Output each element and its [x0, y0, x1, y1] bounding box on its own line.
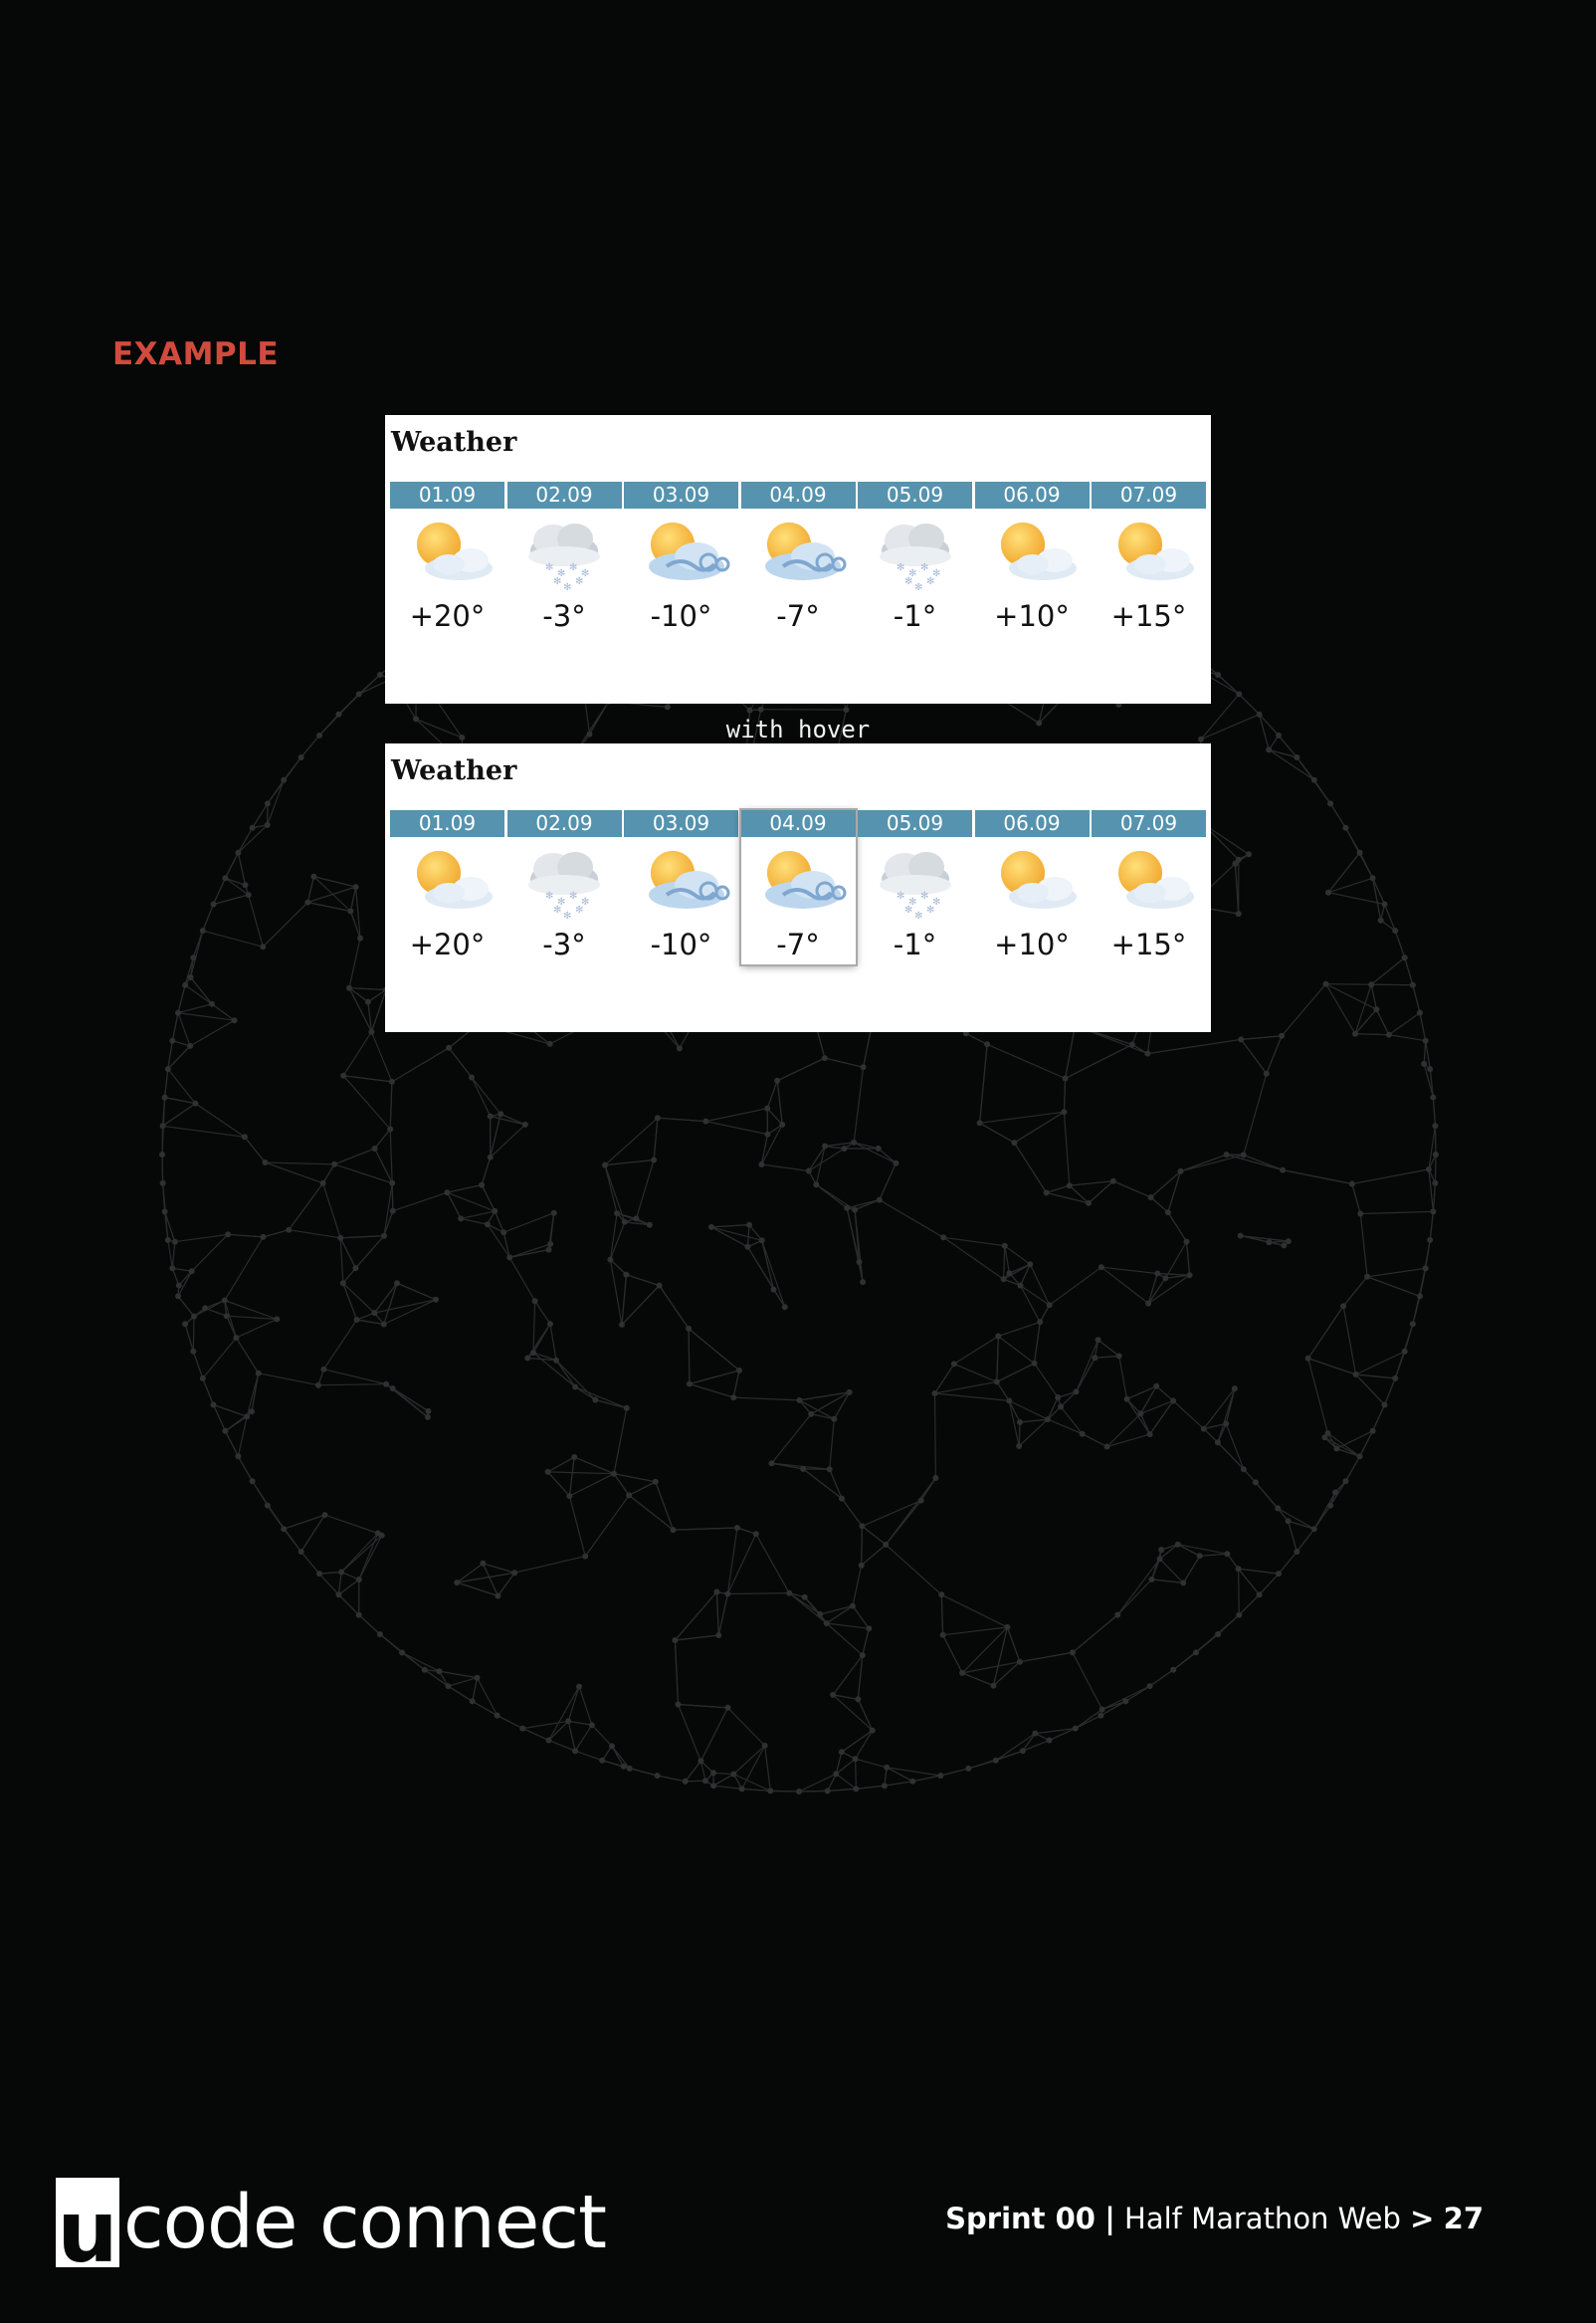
footer-info: Sprint 00 | Half Marathon Web > 27	[945, 2202, 1484, 2235]
snow-cloud-icon: ✻ ✻ ✻ ✻ ✻ ✻ ✻	[858, 841, 972, 921]
day-card[interactable]: 01.09 +20°	[390, 810, 504, 979]
day-temp: +20°	[409, 599, 486, 633]
svg-text:✻: ✻	[563, 582, 571, 592]
svg-text:✻: ✻	[920, 891, 928, 902]
day-temp: -10°	[650, 599, 712, 633]
day-card[interactable]: 02.09 ✻ ✻ ✻ ✻ ✻ ✻ ✻ -3°	[506, 810, 622, 979]
day-temp: +15°	[1110, 928, 1187, 961]
svg-text:✻: ✻	[569, 562, 577, 573]
svg-text:✻: ✻	[920, 562, 928, 573]
sun-cloud-icon	[975, 513, 1090, 592]
day-card[interactable]: 05.09 ✻ ✻ ✻ ✻ ✻ ✻ ✻ -1°	[858, 810, 972, 979]
day-temp: -1°	[893, 928, 937, 961]
svg-text:✻: ✻	[904, 576, 912, 587]
day-card[interactable]: 07.09 +15°	[1092, 810, 1206, 979]
day-date: 06.09	[974, 810, 1090, 837]
day-card[interactable]: 03.09 -10°	[624, 482, 738, 651]
day-date: 01.09	[390, 810, 504, 837]
ucode-connect-logo: u code connect	[56, 2178, 607, 2275]
day-temp: +20°	[409, 928, 486, 961]
snow-cloud-icon: ✻ ✻ ✻ ✻ ✻ ✻ ✻	[507, 841, 622, 921]
sun-cloud-icon	[975, 841, 1090, 921]
forecast-row: 01.09 +20° 02.09 ✻ ✻ ✻ ✻ ✻ ✻ ✻ -3° 03.09 -10° 04.09 -7…	[390, 810, 1206, 979]
day-date: 02.09	[506, 810, 622, 837]
arrow: >	[1410, 2202, 1435, 2235]
sun-cloud-icon	[1092, 841, 1206, 921]
day-temp: -7°	[776, 599, 820, 633]
sun-cloud-icon	[1092, 513, 1206, 592]
day-temp: -3°	[542, 928, 586, 961]
day-card[interactable]: 05.09 ✻ ✻ ✻ ✻ ✻ ✻ ✻ -1°	[858, 482, 972, 651]
sun-wind-cloud-icon	[741, 513, 856, 592]
day-card[interactable]: 04.09 -7°	[740, 810, 856, 964]
day-temp: +15°	[1110, 599, 1187, 633]
day-card[interactable]: 02.09 ✻ ✻ ✻ ✻ ✻ ✻ ✻ -3°	[506, 482, 622, 651]
day-temp: -7°	[776, 928, 820, 961]
logo-mark: u	[56, 2178, 119, 2275]
svg-text:✻: ✻	[563, 911, 571, 921]
hover-caption: with hover	[725, 716, 871, 743]
day-card[interactable]: 07.09 +15°	[1092, 482, 1206, 651]
day-date: 05.09	[858, 482, 972, 509]
panel-title: Weather	[391, 427, 517, 458]
svg-text:✻: ✻	[897, 562, 904, 573]
svg-text:✻: ✻	[926, 576, 934, 587]
day-card[interactable]: 01.09 +20°	[390, 482, 504, 651]
forecast-row: 01.09 +20° 02.09 ✻ ✻ ✻ ✻ ✻ ✻ ✻ -3° 03.09 -10° 04.09 -7…	[390, 482, 1206, 651]
sun-wind-cloud-icon	[624, 841, 738, 921]
day-temp: +10°	[994, 928, 1070, 961]
day-temp: -3°	[542, 599, 586, 633]
separator: |	[1104, 2202, 1115, 2235]
snow-cloud-icon: ✻ ✻ ✻ ✻ ✻ ✻ ✻	[507, 513, 622, 592]
svg-text:✻: ✻	[553, 905, 561, 916]
svg-text:✻: ✻	[914, 911, 922, 921]
weather-panel: Weather 01.09 +20° 02.09 ✻ ✻ ✻ ✻ ✻ ✻ ✻ -3° 03.09 -10…	[385, 415, 1211, 704]
day-date: 04.09	[740, 810, 856, 837]
day-temp: +10°	[994, 599, 1070, 633]
day-date: 03.09	[624, 810, 738, 837]
svg-text:✻: ✻	[575, 576, 583, 587]
svg-text:✻: ✻	[926, 905, 934, 916]
svg-text:✻: ✻	[553, 576, 561, 587]
sun-wind-cloud-icon	[624, 513, 738, 592]
day-date: 07.09	[1092, 482, 1206, 509]
day-date: 04.09	[740, 482, 856, 509]
sun-cloud-icon	[390, 513, 504, 592]
course-label: Half Marathon Web	[1124, 2202, 1401, 2235]
day-date: 07.09	[1092, 810, 1206, 837]
sprint-label: Sprint 00	[945, 2202, 1096, 2235]
svg-text:✻: ✻	[904, 905, 912, 916]
svg-text:✻: ✻	[545, 891, 553, 902]
panel-title: Weather	[391, 755, 517, 786]
svg-text:✻: ✻	[569, 891, 577, 902]
svg-text:✻: ✻	[545, 562, 553, 573]
day-temp: -1°	[893, 599, 937, 633]
logo-text: code connect	[123, 2180, 607, 2265]
svg-text:✻: ✻	[897, 891, 904, 902]
day-date: 05.09	[858, 810, 972, 837]
day-date: 06.09	[974, 482, 1090, 509]
day-card[interactable]: 03.09 -10°	[624, 810, 738, 979]
day-temp: -10°	[650, 928, 712, 961]
day-date: 01.09	[390, 482, 504, 509]
day-date: 02.09	[506, 482, 622, 509]
sun-wind-cloud-icon	[741, 841, 856, 921]
day-date: 03.09	[624, 482, 738, 509]
day-card[interactable]: 06.09 +10°	[974, 482, 1090, 651]
snow-cloud-icon: ✻ ✻ ✻ ✻ ✻ ✻ ✻	[858, 513, 972, 592]
page-number: 27	[1443, 2202, 1484, 2235]
example-label: EXAMPLE	[112, 336, 280, 372]
sun-cloud-icon	[390, 841, 504, 921]
day-card[interactable]: 06.09 +10°	[974, 810, 1090, 979]
day-card[interactable]: 04.09 -7°	[740, 482, 856, 651]
svg-text:✻: ✻	[575, 905, 583, 916]
svg-text:✻: ✻	[914, 582, 922, 592]
weather-panel-hover: Weather 01.09 +20° 02.09 ✻ ✻ ✻ ✻ ✻ ✻ ✻ -3° 03.09 -10…	[385, 743, 1211, 1032]
